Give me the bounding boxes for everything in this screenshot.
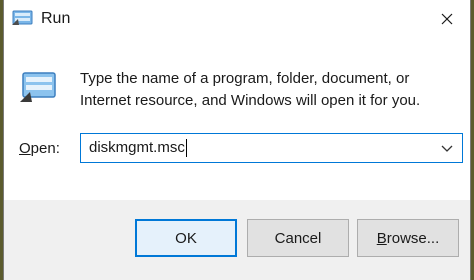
title-bar: Run — [4, 0, 470, 37]
browse-button[interactable]: Browse... — [357, 219, 459, 257]
run-dialog: Run Type the name of a program, folder, … — [3, 0, 471, 280]
open-combobox[interactable]: diskmgmt.msc — [80, 133, 463, 163]
close-button[interactable] — [424, 0, 470, 37]
description-line-1: Type the name of a program, folder, docu… — [80, 70, 410, 87]
browse-accesskey: B — [376, 229, 387, 247]
browse-button-label: rowse... — [386, 229, 440, 247]
close-icon — [441, 13, 453, 24]
open-input[interactable]: diskmgmt.msc — [89, 139, 187, 157]
text-caret — [185, 139, 187, 157]
description: Type the name of a program, folder, docu… — [80, 68, 450, 112]
open-label-accesskey: O — [19, 140, 31, 157]
cancel-button-label: Cancel — [274, 229, 322, 247]
cancel-button[interactable]: Cancel — [247, 219, 349, 257]
window-title: Run — [41, 10, 71, 27]
run-icon — [20, 72, 56, 102]
open-label-rest: pen: — [30, 140, 60, 157]
run-icon — [12, 10, 33, 25]
open-label: Open: — [19, 140, 60, 157]
ok-button-label: OK — [175, 229, 197, 247]
content-area: Type the name of a program, folder, docu… — [4, 37, 470, 200]
open-input-value: diskmgmt.msc — [89, 139, 185, 156]
chevron-down-icon[interactable] — [440, 141, 454, 155]
ok-button[interactable]: OK — [135, 219, 237, 257]
description-line-2: Internet resource, and Windows will open… — [80, 92, 421, 109]
